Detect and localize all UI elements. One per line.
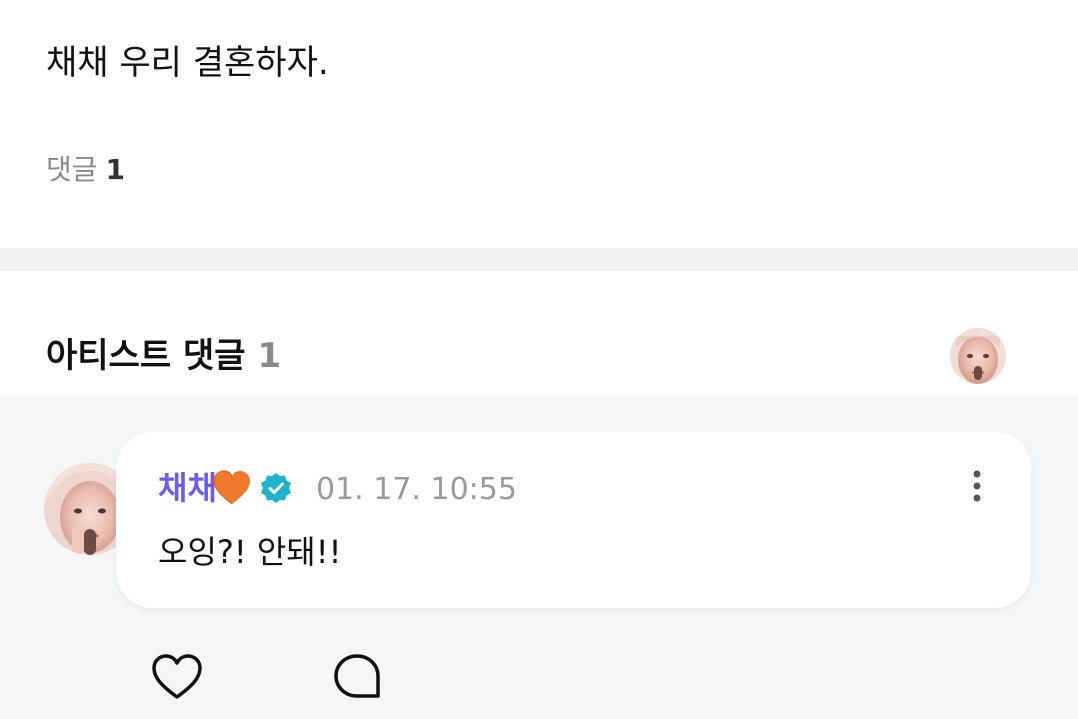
more-options-button[interactable] — [962, 466, 992, 506]
comment-timestamp: 01. 17. 10:55 — [316, 472, 517, 507]
orange-heart-icon — [212, 470, 252, 506]
post-comment-count[interactable]: 댓글 1 — [46, 152, 125, 188]
speech-bubble-icon — [334, 654, 380, 698]
artist-comments-count: 1 — [257, 336, 282, 376]
heart-outline-icon — [152, 654, 202, 699]
kebab-menu-icon — [973, 470, 981, 502]
comment-text: 오잉?! 안돼!! — [158, 533, 342, 571]
comment-count-label: 댓글 — [46, 153, 98, 186]
reply-button[interactable] — [332, 652, 382, 702]
artist-comments-title: 아티스트 댓글 1 — [46, 333, 281, 379]
comment-count-value: 1 — [105, 153, 126, 186]
section-divider — [0, 248, 1078, 271]
artist-comments-header: 아티스트 댓글 1 — [0, 271, 1078, 395]
verified-badge-icon — [260, 472, 292, 504]
artist-avatar-small[interactable] — [950, 328, 1006, 384]
artist-comments-list: 채채 01. 17. 10:55 오잉?! 안돼!! — [0, 395, 1078, 719]
comment-author-name[interactable]: 채채 — [158, 468, 217, 508]
like-button[interactable] — [150, 653, 204, 701]
comment-card: 채채 01. 17. 10:55 오잉?! 안돼!! — [116, 432, 1031, 608]
artist-comments-label: 아티스트 댓글 — [46, 336, 246, 376]
post-body-text: 채채 우리 결혼하자. — [46, 43, 329, 83]
